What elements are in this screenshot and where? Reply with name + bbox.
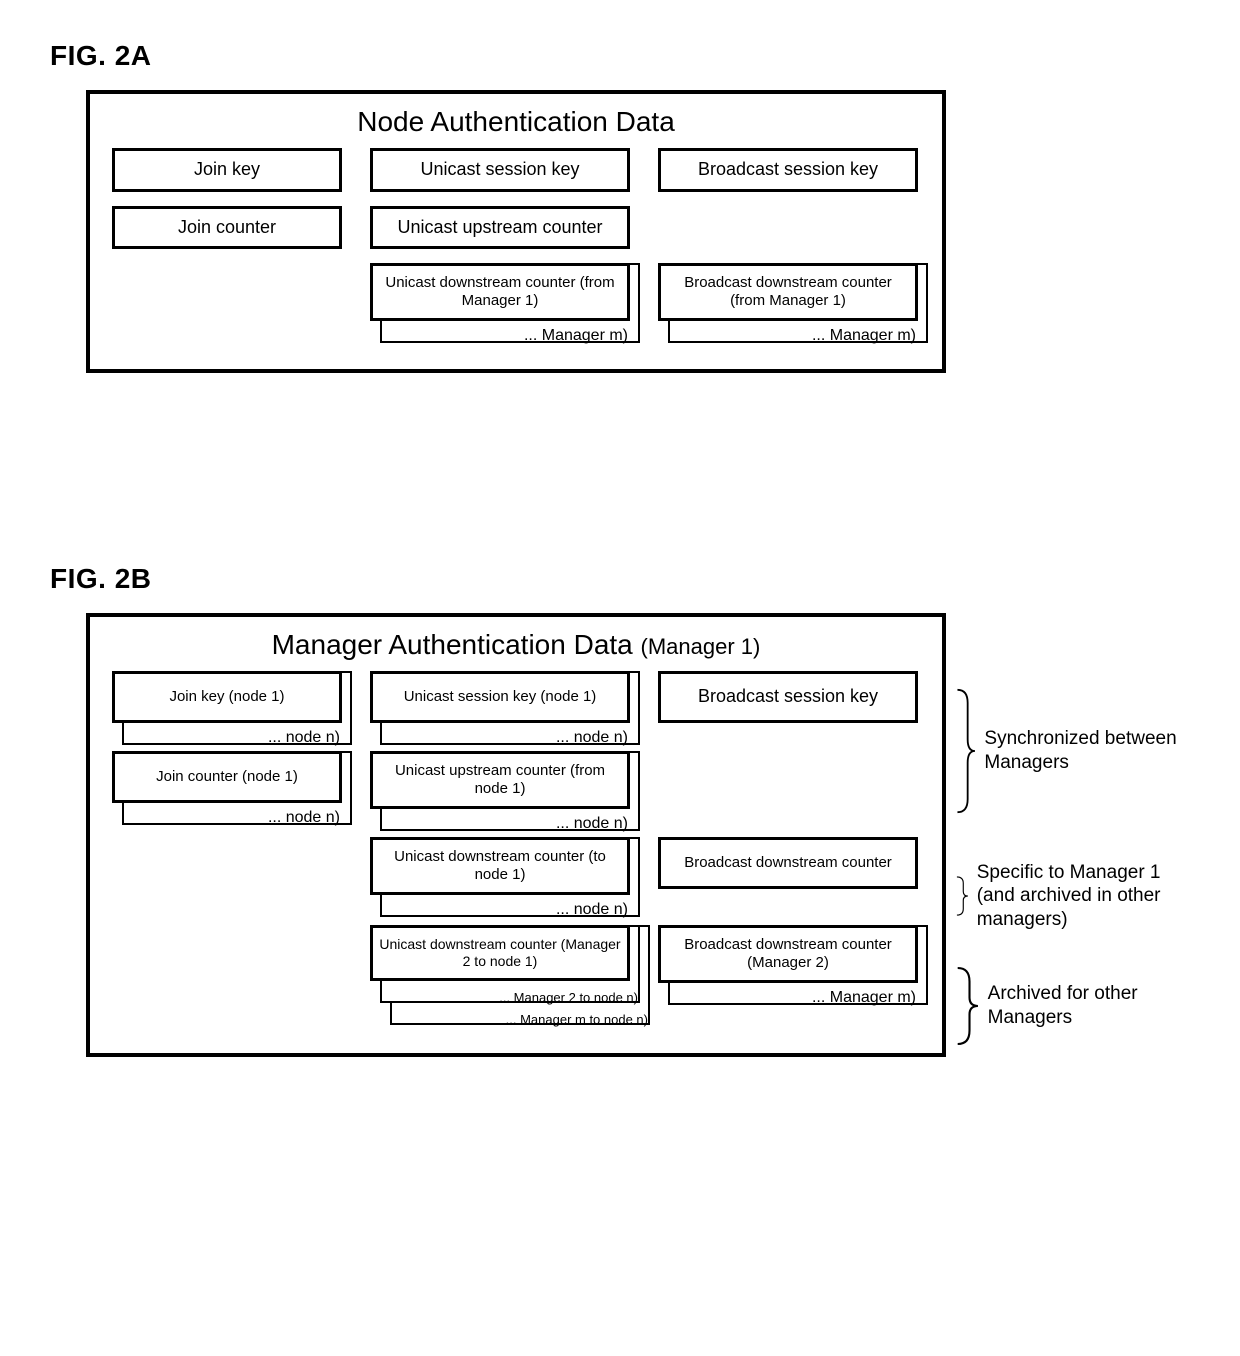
sub-unicast-down-mgr-2: ... Manager m to node n)	[506, 1012, 652, 1027]
cell-unicast-session-key: Unicast session key	[370, 148, 630, 192]
stack-join-key-node: Join key (node 1) ... node n)	[112, 671, 342, 723]
panel-title-b-sub: (Manager 1)	[641, 634, 761, 659]
sub-unicast-down-node: ... node n)	[556, 901, 632, 919]
cell-join-counter-node: Join counter (node 1)	[112, 751, 342, 803]
cell-join-key: Join key	[112, 148, 342, 192]
stack-broadcast-downstream: Broadcast downstream counter (from Manag…	[658, 263, 918, 321]
figb-row2: Join counter (node 1) ... node n) Unicas…	[112, 751, 920, 809]
figa-row1: Join key Unicast session key Broadcast s…	[112, 148, 920, 192]
sub-unicast-session-node: ... node n)	[556, 729, 632, 747]
stack-sub-unicast-down: ... Manager m)	[524, 327, 632, 345]
figa-row3: Unicast downstream counter (from Manager…	[112, 263, 920, 321]
panel-node-auth: Node Authentication Data Join key Unicas…	[86, 90, 946, 373]
stack-unicast-downstream: Unicast downstream counter (from Manager…	[370, 263, 630, 321]
cell-unicast-session-node: Unicast session key (node 1)	[370, 671, 630, 723]
stack-unicast-down-mgr: Unicast downstream counter (Manager 2 to…	[370, 925, 630, 981]
brace-icon	[956, 959, 980, 1053]
side-text-1: Synchronized between Managers	[984, 727, 1190, 775]
cell-join-counter: Join counter	[112, 206, 342, 250]
sub-unicast-down-mgr-1: ... Manager 2 to node n)	[499, 990, 642, 1005]
cell-unicast-upstream-counter: Unicast upstream counter	[370, 206, 630, 250]
cell-unicast-down-node: Unicast downstream counter (to node 1)	[370, 837, 630, 895]
brace-icon	[956, 665, 976, 837]
figure-label-a: FIG. 2A	[50, 40, 1190, 72]
figure-label-b: FIG. 2B	[50, 563, 1190, 595]
cell-broadcast-session-key-b: Broadcast session key	[658, 671, 918, 723]
figa-row2: Join counter Unicast upstream counter	[112, 206, 920, 250]
cell-join-key-node: Join key (node 1)	[112, 671, 342, 723]
sub-unicast-upstream-node: ... node n)	[556, 815, 632, 833]
sub-join-counter-node: ... node n)	[268, 809, 344, 827]
stack-broadcast-down-mgr: Broadcast downstream counter (Manager 2)…	[658, 925, 918, 983]
cell-unicast-down-mgr: Unicast downstream counter (Manager 2 to…	[370, 925, 630, 981]
stack-sub-broadcast-down: ... Manager m)	[812, 327, 920, 345]
panel-title-a: Node Authentication Data	[112, 106, 920, 138]
panel-manager-auth: Manager Authentication Data (Manager 1) …	[86, 613, 946, 1057]
cell-broadcast-down-mgr: Broadcast downstream counter (Manager 2)	[658, 925, 918, 983]
cell-broadcast-session-key: Broadcast session key	[658, 148, 918, 192]
stack-join-counter-node: Join counter (node 1) ... node n)	[112, 751, 342, 803]
sub-broadcast-down-mgr: ... Manager m)	[812, 989, 920, 1007]
side-text-3: Archived for other Managers	[988, 982, 1190, 1030]
panel-title-b-main: Manager Authentication Data	[272, 629, 633, 660]
cell-unicast-downstream: Unicast downstream counter (from Manager…	[370, 263, 630, 321]
sub-join-key-node: ... node n)	[268, 729, 344, 747]
cell-broadcast-down-b: Broadcast downstream counter	[658, 837, 918, 889]
side-annotations: Synchronized between Managers Specific t…	[956, 613, 1190, 1053]
stack-unicast-down-node: Unicast downstream counter (to node 1) .…	[370, 837, 630, 895]
figb-row3: Unicast downstream counter (to node 1) .…	[112, 837, 920, 895]
cell-unicast-upstream-node: Unicast upstream counter (from node 1)	[370, 751, 630, 809]
side-text-2: Specific to Manager 1 (and archived in o…	[977, 861, 1190, 932]
cell-broadcast-downstream: Broadcast downstream counter (from Manag…	[658, 263, 918, 321]
brace-group-1: Synchronized between Managers	[956, 665, 1190, 837]
figb-row1: Join key (node 1) ... node n) Unicast se…	[112, 671, 920, 723]
brace-group-2: Specific to Manager 1 (and archived in o…	[956, 831, 1190, 961]
panel-title-b: Manager Authentication Data (Manager 1)	[112, 629, 920, 661]
figb-row4: Unicast downstream counter (Manager 2 to…	[112, 925, 920, 983]
stack-unicast-upstream-node: Unicast upstream counter (from node 1) .…	[370, 751, 630, 809]
stack-unicast-session-node: Unicast session key (node 1) ... node n)	[370, 671, 630, 723]
brace-icon	[956, 852, 969, 940]
brace-group-3: Archived for other Managers	[956, 959, 1190, 1053]
